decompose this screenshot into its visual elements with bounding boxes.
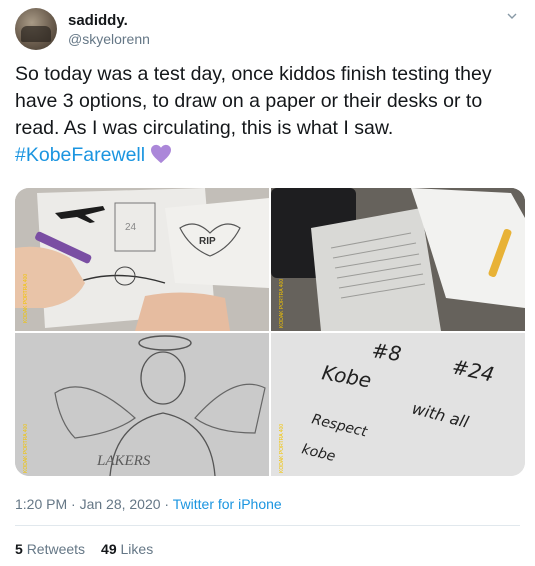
- photo-grid: 24 RIP KODAK PORTRA 400 KODAK PORTRA 400: [15, 188, 525, 476]
- likes-label: Likes: [120, 541, 154, 557]
- likes-count: 49: [101, 541, 117, 557]
- film-label: KODAK PORTRA 400: [23, 274, 29, 323]
- purple-heart-icon: [151, 144, 172, 164]
- display-name[interactable]: sadiddy.: [68, 12, 128, 29]
- likes-stat[interactable]: 49 Likes: [101, 541, 153, 557]
- photo-drawings[interactable]: 24 RIP KODAK PORTRA 400: [15, 188, 269, 331]
- tweet-body: So today was a test day, once kiddos fin…: [15, 63, 492, 139]
- retweets-count: 5: [15, 541, 23, 557]
- divider: [15, 525, 520, 526]
- chevron-down-icon[interactable]: [506, 10, 518, 22]
- meta-separator: ·: [160, 496, 173, 512]
- film-label: KODAK PORTRA 400: [279, 424, 285, 473]
- user-handle[interactable]: @skyelorenn: [68, 31, 150, 47]
- photo-desk[interactable]: KODAK PORTRA 400: [271, 188, 525, 331]
- tweet-header: sadiddy. @skyelorenn: [15, 8, 520, 52]
- photo-angel-drawing[interactable]: LAKERS KODAK PORTRA 400: [15, 333, 269, 476]
- tweet-timestamp[interactable]: 1:20 PM · Jan 28, 2020: [15, 496, 161, 512]
- film-label: KODAK PORTRA 400: [279, 279, 285, 328]
- rip-text: RIP: [199, 236, 216, 247]
- note-line1: #8: [370, 338, 403, 366]
- retweets-stat[interactable]: 5 Retweets: [15, 541, 85, 557]
- tweet-source-link[interactable]: Twitter for iPhone: [173, 496, 282, 512]
- retweets-label: Retweets: [26, 541, 86, 557]
- photo-handwritten-note[interactable]: #8 Kobe #24 with all Respect kobe KODAK …: [271, 333, 525, 476]
- tweet-meta: 1:20 PM · Jan 28, 2020 · Twitter for iPh…: [15, 496, 282, 512]
- tweet-stats: 5 Retweets 49 Likes: [15, 541, 153, 557]
- avatar[interactable]: [15, 8, 57, 50]
- film-label: KODAK PORTRA 400: [23, 424, 29, 473]
- hashtag-link[interactable]: #KobeFarewell: [15, 144, 145, 166]
- svg-text:24: 24: [125, 222, 137, 233]
- tweet-text: So today was a test day, once kiddos fin…: [15, 61, 525, 169]
- lakers-text: LAKERS: [96, 453, 151, 469]
